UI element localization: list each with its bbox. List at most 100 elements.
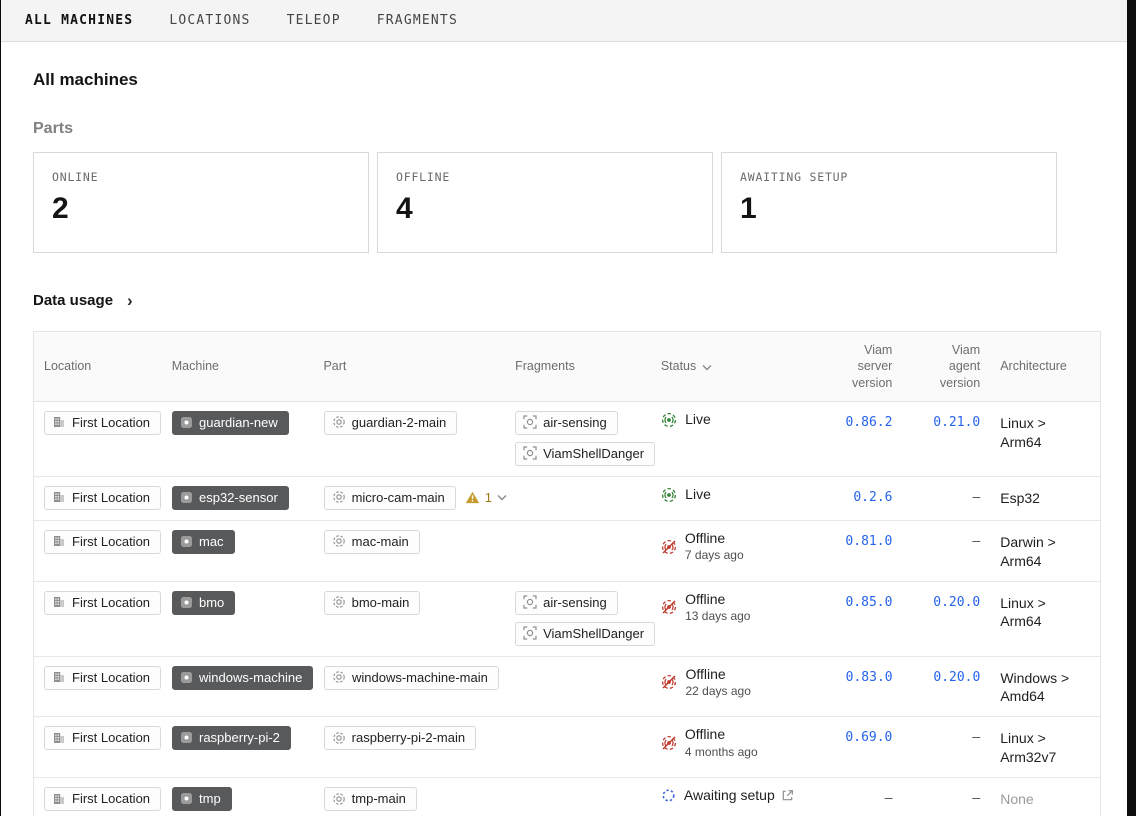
location-chip[interactable]: First Location: [44, 530, 161, 554]
online-card: ONLINE 2: [33, 152, 369, 253]
machine-icon: [180, 535, 193, 548]
tab-all-machines[interactable]: ALL MACHINES: [25, 13, 133, 28]
part-chip[interactable]: bmo-main: [324, 591, 421, 615]
location-chip[interactable]: First Location: [44, 787, 161, 811]
live-status-icon: [661, 487, 677, 503]
machine-chip[interactable]: raspberry-pi-2: [172, 726, 291, 750]
server-version-link[interactable]: 0.2.6: [811, 477, 903, 520]
online-card-label: ONLINE: [52, 170, 350, 184]
part-chip[interactable]: mac-main: [324, 530, 420, 554]
server-version-link[interactable]: 0.85.0: [811, 582, 903, 656]
machine-chip[interactable]: bmo: [172, 591, 235, 615]
header-status-sort[interactable]: Status: [651, 332, 811, 401]
fragment-icon: [523, 595, 537, 609]
tab-fragments[interactable]: FRAGMENTS: [377, 13, 458, 28]
machine-chip[interactable]: mac: [172, 530, 235, 554]
fragment-chip-label: air-sensing: [543, 415, 607, 430]
window-edge: [1127, 0, 1136, 816]
table-row: First Location tmp tmp-main: [34, 778, 1100, 816]
agent-version-link[interactable]: 0.20.0: [902, 582, 990, 656]
header-architecture: Architecture: [990, 332, 1100, 401]
part-warning[interactable]: 1: [465, 490, 507, 505]
offline-card-value: 4: [396, 194, 694, 224]
part-chip-label: guardian-2-main: [352, 415, 447, 430]
part-cell: bmo-main: [314, 582, 505, 656]
agent-version-link[interactable]: 0.20.0: [903, 657, 991, 717]
awaiting-setup-card-value: 1: [740, 194, 1038, 224]
machine-chip[interactable]: guardian-new: [172, 411, 289, 435]
server-version-link[interactable]: 0.83.0: [811, 657, 903, 717]
machine-chip-label: esp32-sensor: [199, 490, 278, 505]
fragment-chip-label: air-sensing: [543, 595, 607, 610]
machine-chip[interactable]: windows-machine: [172, 666, 313, 690]
location-cell: First Location: [34, 402, 162, 476]
location-chip[interactable]: First Location: [44, 666, 161, 690]
machine-icon: [180, 731, 193, 744]
location-chip[interactable]: First Location: [44, 411, 161, 435]
location-chip-label: First Location: [72, 791, 150, 806]
location-chip[interactable]: First Location: [44, 486, 161, 510]
part-chip[interactable]: raspberry-pi-2-main: [324, 726, 476, 750]
status-cell: Offline 4 months ago: [651, 717, 811, 777]
part-chip[interactable]: micro-cam-main: [324, 486, 456, 510]
data-usage-link[interactable]: Data usage ›: [33, 291, 1100, 309]
architecture-value: Linux > Arm32v7: [990, 717, 1100, 777]
machine-chip[interactable]: tmp: [172, 787, 232, 811]
server-version-link[interactable]: 0.69.0: [811, 717, 903, 777]
machine-cell: windows-machine: [162, 657, 314, 717]
location-chip[interactable]: First Location: [44, 726, 161, 750]
fragment-chip[interactable]: ViamShellDanger: [515, 622, 655, 646]
location-cell: First Location: [34, 717, 162, 777]
part-chip-label: raspberry-pi-2-main: [352, 730, 465, 745]
machine-chip[interactable]: esp32-sensor: [172, 486, 289, 510]
tab-locations[interactable]: LOCATIONS: [169, 13, 250, 28]
building-icon: [52, 595, 66, 609]
part-icon: [332, 415, 346, 429]
agent-version-link: –: [902, 717, 990, 777]
part-icon: [332, 731, 346, 745]
status-last-online: 7 days ago: [685, 548, 744, 563]
server-version-link[interactable]: 0.86.2: [811, 402, 903, 476]
tab-teleop[interactable]: TELEOP: [287, 13, 341, 28]
agent-version-link[interactable]: 0.21.0: [902, 402, 990, 476]
building-icon: [52, 731, 66, 745]
fragment-chip-label: ViamShellDanger: [543, 626, 644, 641]
part-chip[interactable]: tmp-main: [324, 787, 417, 811]
part-cell: guardian-2-main: [314, 402, 505, 476]
part-chip[interactable]: guardian-2-main: [324, 411, 458, 435]
machine-chip-label: windows-machine: [199, 670, 302, 685]
part-chip[interactable]: windows-machine-main: [324, 666, 499, 690]
part-cell: mac-main: [314, 521, 506, 581]
external-link-icon[interactable]: [781, 789, 794, 802]
fragments-cell: [506, 657, 651, 717]
fragment-chip[interactable]: ViamShellDanger: [515, 442, 655, 466]
fragment-chip[interactable]: air-sensing: [515, 411, 618, 435]
location-chip-label: First Location: [72, 670, 150, 685]
agent-version-link: –: [902, 521, 990, 581]
fragments-cell: [505, 717, 651, 777]
location-chip[interactable]: First Location: [44, 591, 161, 615]
status-label: Offline: [685, 666, 725, 684]
machine-chip-label: raspberry-pi-2: [199, 730, 280, 745]
awaiting-setup-icon: [661, 788, 676, 803]
header-agent-version: Viam agent version: [902, 332, 990, 401]
header-fragments: Fragments: [505, 332, 651, 401]
live-status-icon: [661, 412, 677, 428]
table-row: First Location esp32-sensor micro-cam: [34, 477, 1100, 521]
fragment-chip[interactable]: air-sensing: [515, 591, 618, 615]
location-chip-label: First Location: [72, 534, 150, 549]
building-icon: [52, 534, 66, 548]
table-row: First Location bmo bmo-main: [34, 582, 1100, 657]
part-chip-label: mac-main: [352, 534, 409, 549]
status-cell: Live: [651, 402, 811, 476]
table-row: First Location mac mac-main: [34, 521, 1100, 582]
building-icon: [52, 670, 66, 684]
warning-icon: [465, 491, 480, 504]
machine-cell: esp32-sensor: [162, 477, 314, 520]
architecture-value: Linux > Arm64: [990, 582, 1100, 656]
part-chip-label: tmp-main: [352, 791, 406, 806]
server-version-link[interactable]: 0.81.0: [811, 521, 903, 581]
location-chip-label: First Location: [72, 490, 150, 505]
header-part: Part: [313, 332, 505, 401]
machine-icon: [180, 416, 193, 429]
